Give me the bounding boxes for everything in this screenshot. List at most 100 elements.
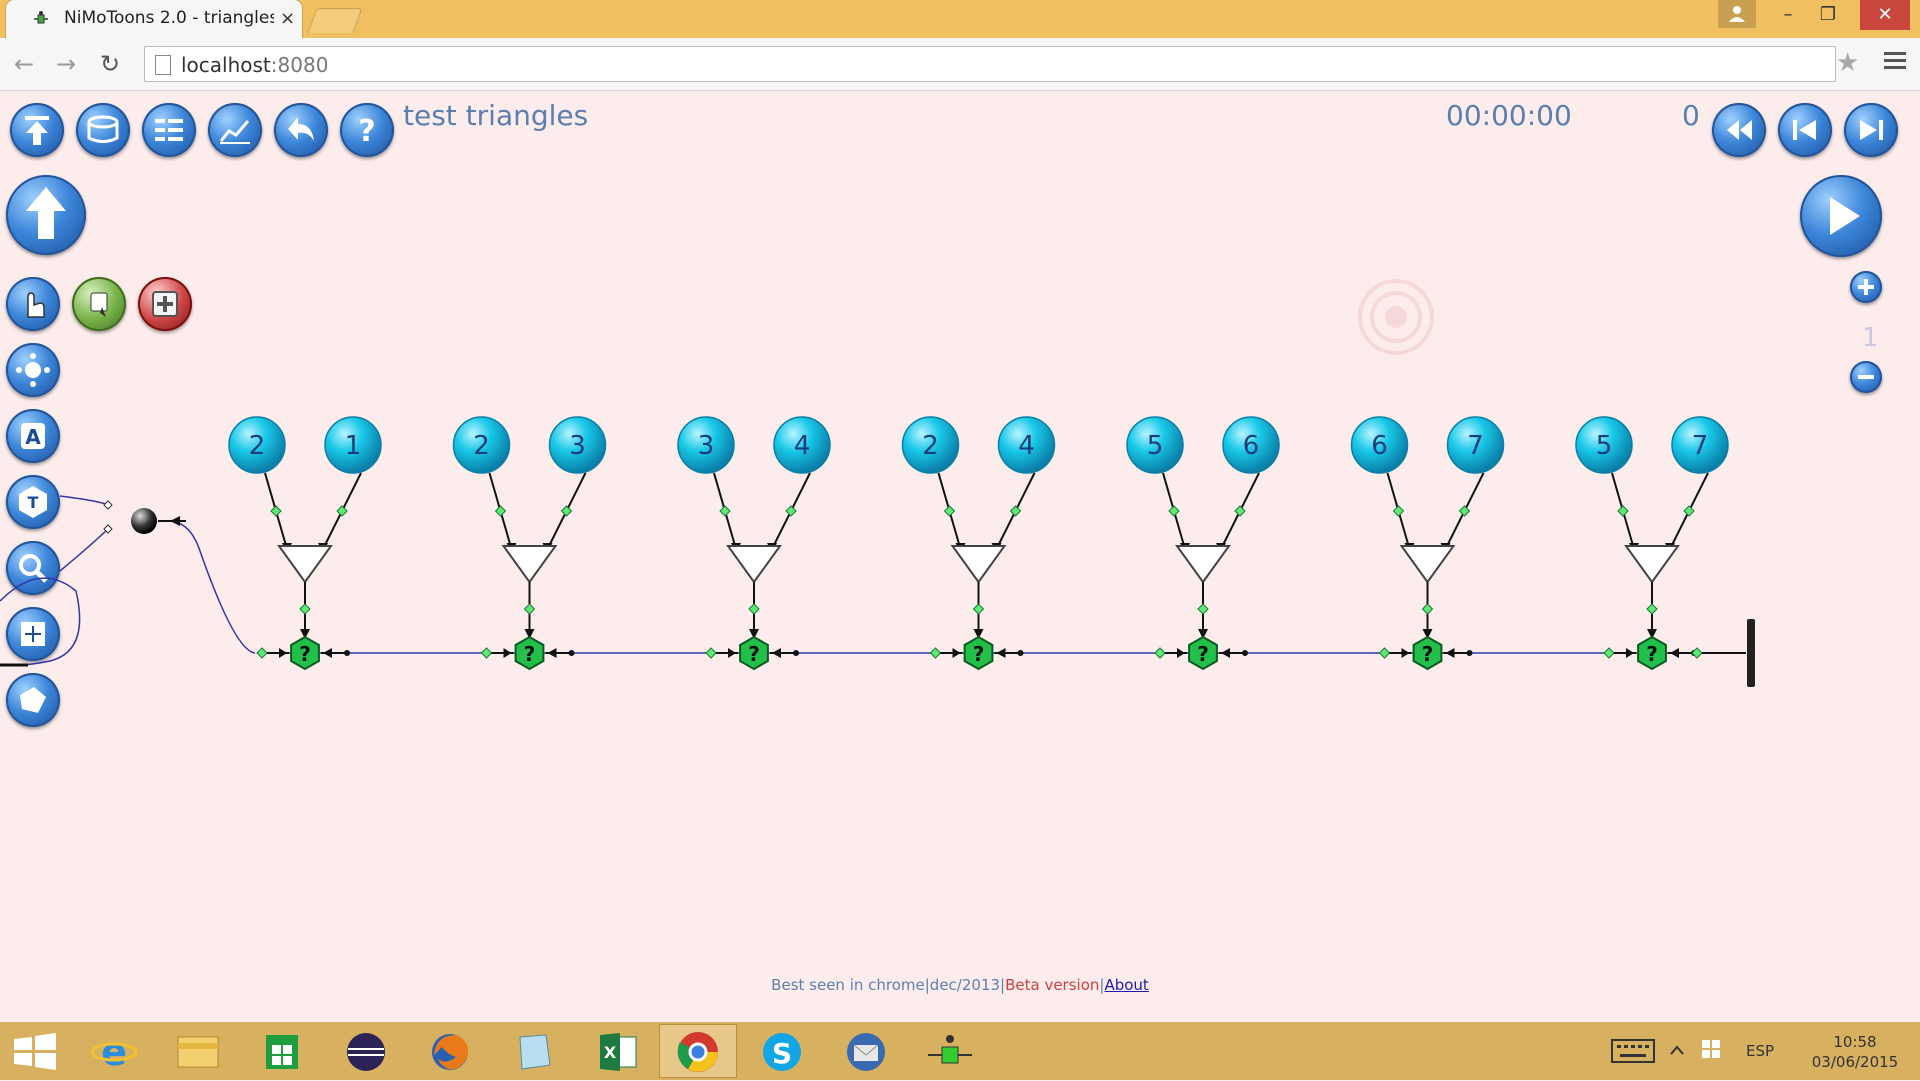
connector-port[interactable] (494, 505, 507, 517)
connector-port[interactable] (1168, 505, 1180, 517)
eclipse-icon[interactable] (328, 1025, 404, 1077)
keyboard-icon[interactable] (1610, 1036, 1656, 1066)
merge-triangle[interactable] (1175, 545, 1231, 584)
internet-explorer-icon[interactable]: e (76, 1025, 152, 1077)
svg-text:S: S (772, 1037, 792, 1070)
connector-port[interactable] (972, 603, 985, 615)
new-tab-button[interactable] (307, 8, 363, 33)
question-node-label[interactable]: ? (299, 642, 311, 666)
connector-port[interactable] (256, 647, 268, 659)
browser-tab[interactable]: NiMoToons 2.0 - triangles × (6, 0, 302, 38)
connector-port[interactable] (1009, 505, 1022, 517)
question-node-label[interactable]: ? (524, 642, 536, 666)
connector-port[interactable] (299, 603, 311, 615)
value-node-label[interactable]: 7 (1467, 431, 1484, 461)
connector-port[interactable] (929, 647, 942, 659)
merge-triangle[interactable] (501, 545, 558, 584)
connector-port[interactable] (1646, 603, 1658, 615)
connector-port[interactable] (523, 603, 536, 615)
value-node-label[interactable]: 1 (345, 431, 362, 461)
connector-port[interactable] (103, 500, 113, 510)
connector-port[interactable] (1154, 647, 1166, 659)
connector-port[interactable] (1683, 505, 1695, 517)
merge-triangle[interactable] (1624, 545, 1680, 584)
footer-beta: Beta version (1005, 976, 1100, 994)
value-node-label[interactable]: 6 (1243, 431, 1260, 461)
value-node-label[interactable]: 5 (1147, 431, 1164, 461)
tray-expand-icon[interactable] (1670, 1044, 1684, 1056)
address-bar[interactable]: localhost:8080 (144, 46, 1836, 82)
notepad-icon[interactable] (496, 1025, 572, 1077)
connector-port[interactable] (943, 505, 956, 517)
merge-triangle[interactable] (277, 545, 333, 584)
url-text: localhost:8080 (181, 53, 329, 77)
file-explorer-icon[interactable] (160, 1025, 236, 1077)
tab-title: NiMoToons 2.0 - triangles (64, 8, 274, 28)
user-profile-icon[interactable] (1718, 0, 1756, 28)
connector-port[interactable] (1197, 603, 1209, 615)
question-node-label[interactable]: ? (1197, 642, 1209, 666)
connector-port[interactable] (748, 603, 760, 615)
merge-triangle[interactable] (726, 545, 782, 584)
connector-port[interactable] (336, 505, 348, 517)
maximize-button[interactable]: ❐ (1808, 0, 1848, 30)
connector-port[interactable] (1378, 647, 1391, 659)
connector-port[interactable] (1234, 505, 1246, 517)
value-node-label[interactable]: 5 (1596, 431, 1613, 461)
merge-triangle[interactable] (1399, 545, 1456, 584)
chrome-menu-icon[interactable] (1884, 52, 1906, 73)
value-node-label[interactable]: 2 (249, 431, 266, 461)
connector-port[interactable] (705, 647, 717, 659)
store-icon[interactable] (244, 1025, 320, 1077)
windows-start-icon[interactable] (0, 1025, 70, 1077)
thunderbird-icon[interactable] (828, 1025, 904, 1077)
about-link[interactable]: About (1104, 976, 1148, 994)
close-window-button[interactable]: ✕ (1860, 0, 1910, 30)
minimize-button[interactable]: – (1768, 0, 1808, 30)
value-node-label[interactable]: 4 (1018, 431, 1035, 461)
value-node-label[interactable]: 4 (794, 431, 811, 461)
value-node-label[interactable]: 3 (569, 431, 586, 461)
back-icon[interactable]: ← (14, 50, 34, 78)
action-center-icon[interactable] (1700, 1038, 1722, 1060)
tab-close-icon[interactable]: × (280, 8, 295, 29)
end-terminal[interactable] (1747, 619, 1755, 687)
controller-node[interactable] (131, 508, 157, 534)
language-indicator[interactable]: ESP (1746, 1042, 1774, 1060)
connector-port[interactable] (1421, 603, 1434, 615)
connector-port[interactable] (1392, 505, 1405, 517)
value-node-label[interactable]: 3 (698, 431, 715, 461)
connector-port[interactable] (719, 505, 731, 517)
value-node-label[interactable]: 7 (1692, 431, 1709, 461)
connector-port[interactable] (1617, 505, 1629, 517)
clock[interactable]: 10:58 03/06/2015 (1805, 1032, 1905, 1072)
network-app-icon[interactable] (912, 1025, 988, 1077)
question-node-label[interactable]: ? (748, 642, 760, 666)
node-graph[interactable]: 2 1? 2 3? 3 4? 2 4? 5 6? 6 7? 5 7? (0, 91, 1920, 1022)
merge-triangle[interactable] (950, 545, 1007, 584)
connector-port[interactable] (1458, 505, 1471, 517)
excel-icon[interactable]: X (580, 1025, 656, 1077)
reload-icon[interactable]: ↻ (100, 50, 120, 78)
browser-toolbar: ← → ↻ localhost:8080 ★ (0, 38, 1920, 91)
bookmark-star-icon[interactable]: ★ (1836, 48, 1859, 78)
value-node-label[interactable]: 6 (1371, 431, 1388, 461)
value-node-label[interactable]: 2 (922, 431, 939, 461)
question-node-label[interactable]: ? (973, 642, 985, 666)
connector-port[interactable] (560, 505, 573, 517)
connector-port[interactable] (785, 505, 797, 517)
skype-icon[interactable]: S (744, 1025, 820, 1077)
connector-port[interactable] (480, 647, 493, 659)
browser-titlebar: NiMoToons 2.0 - triangles × – ❐ ✕ (0, 0, 1920, 38)
connector-port[interactable] (1603, 647, 1615, 659)
connector-port[interactable] (1691, 647, 1703, 659)
question-node-label[interactable]: ? (1646, 642, 1658, 666)
firefox-icon[interactable] (412, 1025, 488, 1077)
value-node-label[interactable]: 2 (473, 431, 490, 461)
footer-best-seen: Best seen in chrome|dec/2013| (771, 976, 1006, 994)
question-node-label[interactable]: ? (1422, 642, 1434, 666)
connector-port[interactable] (270, 505, 282, 517)
chrome-icon[interactable] (659, 1024, 737, 1078)
svg-text:e: e (101, 1030, 127, 1074)
forward-icon[interactable]: → (56, 50, 76, 78)
